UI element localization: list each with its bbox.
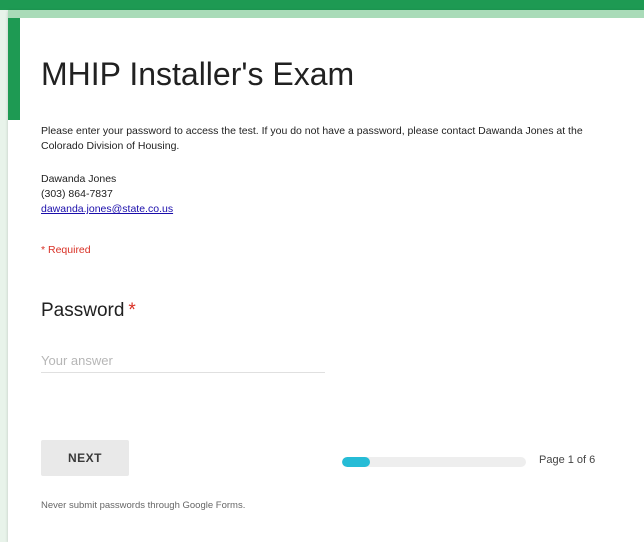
form-card: MHIP Installer's Exam Please enter your … bbox=[8, 10, 644, 542]
required-asterisk: * bbox=[128, 300, 136, 321]
card-header-accent bbox=[8, 10, 644, 18]
progress-bar bbox=[342, 457, 526, 467]
required-note: * Required bbox=[41, 244, 91, 256]
next-button[interactable]: NEXT bbox=[41, 440, 129, 476]
password-label-text: Password bbox=[41, 300, 125, 321]
top-color-bar bbox=[0, 0, 644, 10]
page-indicator: Page 1 of 6 bbox=[539, 454, 596, 466]
password-input[interactable] bbox=[41, 348, 325, 373]
form-description: Please enter your password to access the… bbox=[41, 125, 583, 152]
contact-info: Dawanda Jones (303) 864-7837 dawanda.jon… bbox=[41, 172, 173, 217]
password-question-label: Password * bbox=[41, 300, 136, 322]
progress-bar-fill bbox=[342, 457, 370, 467]
contact-phone: (303) 864-7837 bbox=[41, 188, 113, 200]
contact-name: Dawanda Jones bbox=[41, 173, 117, 185]
title-section-left-accent bbox=[8, 18, 20, 120]
password-warning-note: Never submit passwords through Google Fo… bbox=[41, 500, 246, 511]
form-title: MHIP Installer's Exam bbox=[41, 56, 355, 92]
contact-email-link[interactable]: dawanda.jones@state.co.us bbox=[41, 202, 173, 217]
